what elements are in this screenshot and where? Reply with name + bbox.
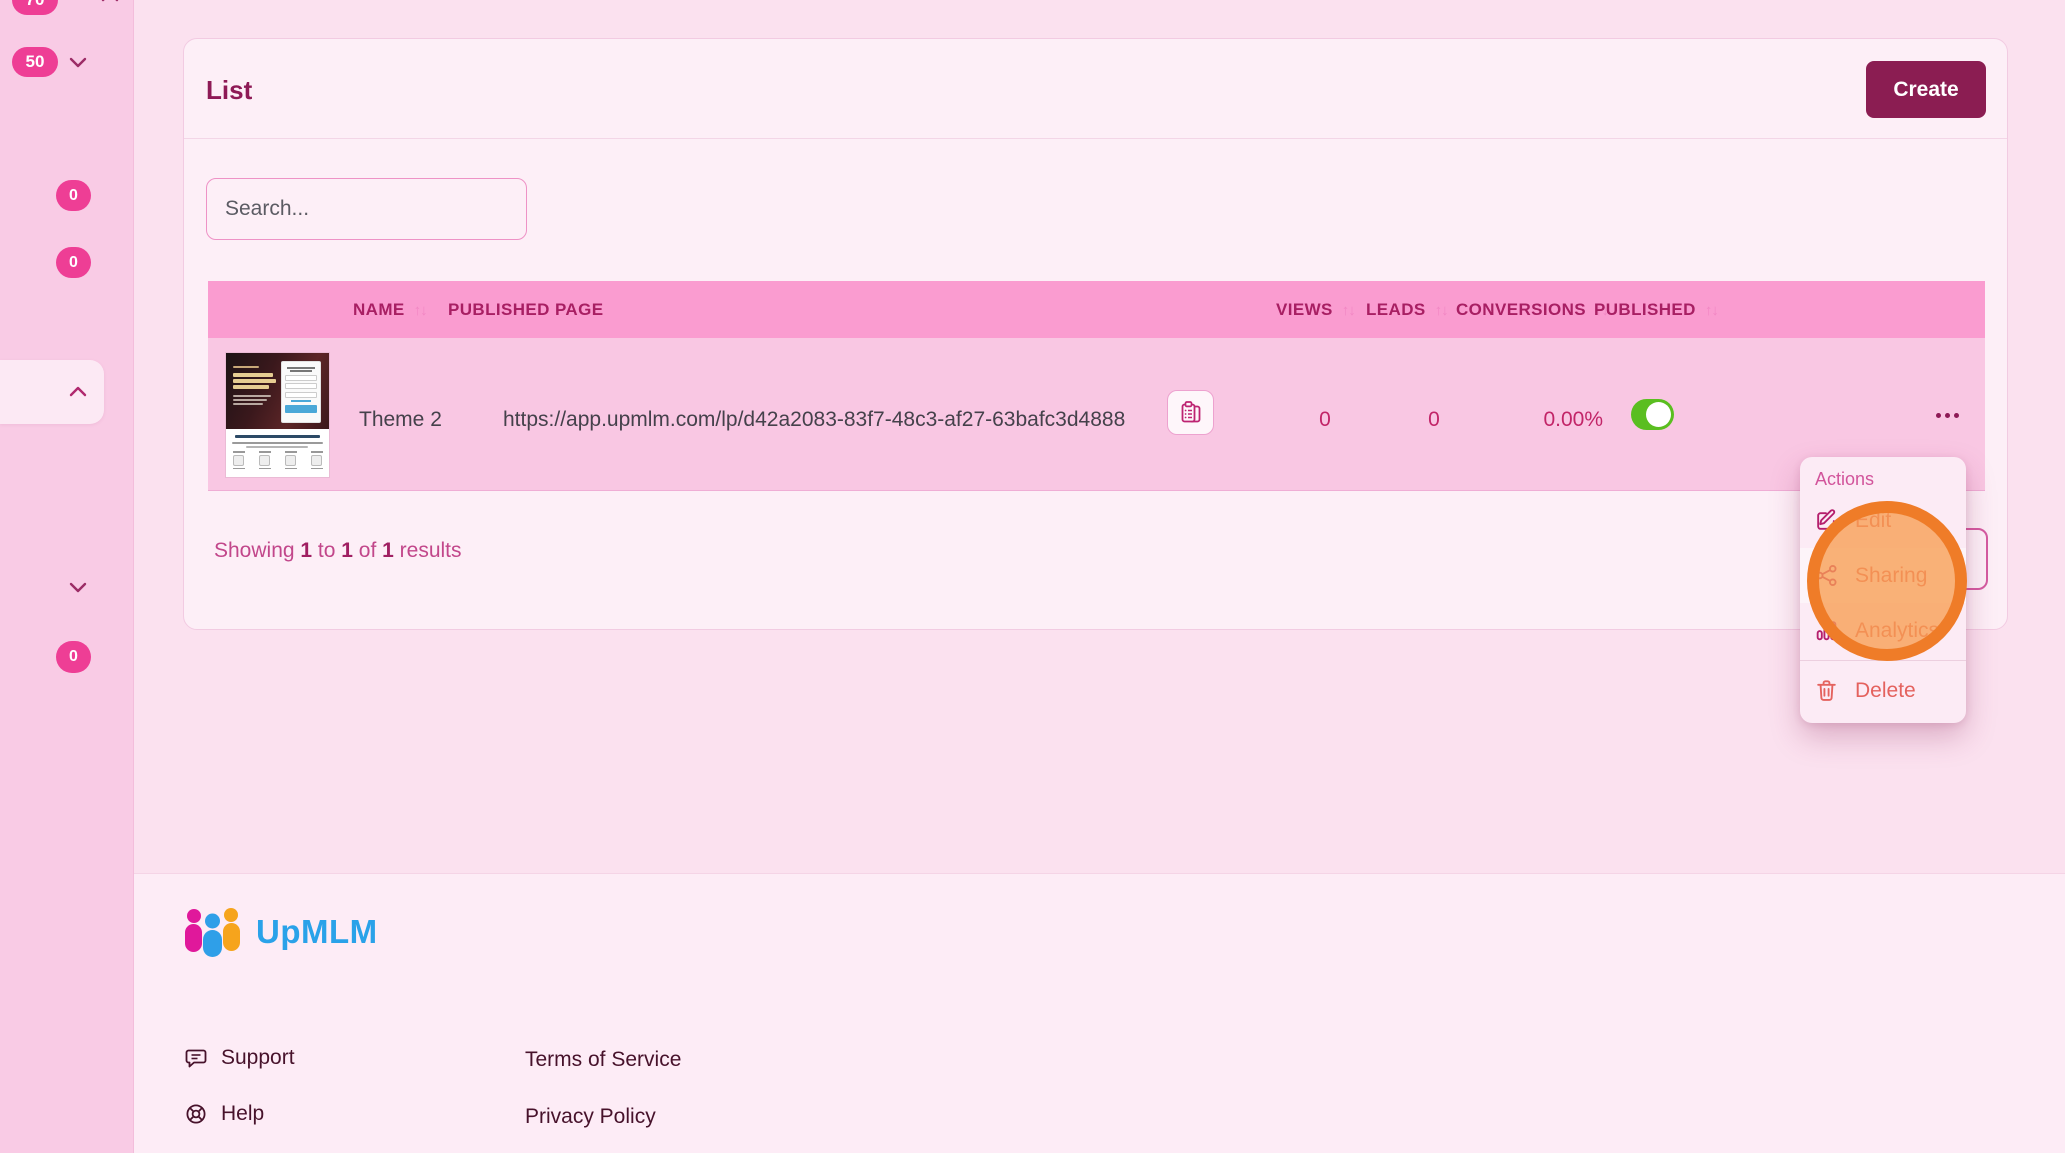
row-actions-button[interactable]: [1930, 407, 1965, 424]
column-header-published-page[interactable]: PUBLISHED PAGE: [448, 281, 603, 338]
card-header: List Create: [184, 39, 2007, 139]
chevron-down-icon[interactable]: [67, 52, 89, 72]
column-header-name[interactable]: NAME ↑↓: [353, 281, 427, 338]
column-header-conversions[interactable]: CONVERSIONS↑↓: [1456, 281, 1608, 338]
sort-icon[interactable]: ↑↓: [1435, 302, 1448, 319]
toggle-knob: [1646, 402, 1671, 427]
sidebar-item-active[interactable]: [0, 360, 104, 424]
row-name: Theme 2: [359, 408, 442, 432]
footer-link-help[interactable]: Help: [184, 1102, 264, 1126]
create-button[interactable]: Create: [1866, 61, 1986, 118]
row-views: 0: [1300, 408, 1350, 432]
column-label: PUBLISHED: [1594, 300, 1696, 319]
sort-icon[interactable]: ↑↓: [1705, 302, 1718, 319]
footer-link-label: Terms of Service: [525, 1048, 681, 1072]
column-label: NAME: [353, 300, 405, 319]
share-icon: [1814, 563, 1839, 588]
menu-item-edit[interactable]: Edit: [1800, 493, 1966, 548]
chevron-down-icon[interactable]: [67, 577, 89, 597]
sidebar-badge-count[interactable]: 0: [56, 180, 91, 211]
menu-item-label: Analytics: [1855, 619, 1939, 643]
sidebar-badge-count[interactable]: 0: [56, 641, 91, 673]
footer-link-label: Privacy Policy: [525, 1105, 656, 1129]
footer-link-label: Support: [221, 1046, 295, 1070]
chevron-up-icon: [67, 382, 89, 402]
brand-name: UpMLM: [256, 913, 378, 951]
sidebar-badge-50[interactable]: 50: [12, 47, 58, 77]
footer: UpMLM Support Help Terms of Service: [134, 873, 2065, 1153]
thumbnail-lower: [226, 429, 329, 477]
footer-link-privacy[interactable]: Privacy Policy: [525, 1105, 656, 1129]
page-title: List: [206, 75, 252, 106]
app-window: 70 50 0 0 0 List Create: [0, 0, 2065, 1153]
published-toggle[interactable]: [1631, 399, 1674, 430]
footer-link-terms[interactable]: Terms of Service: [525, 1048, 681, 1072]
trash-icon: [1814, 678, 1839, 703]
sidebar-badge-count[interactable]: 0: [56, 247, 91, 278]
sidebar: 70 50 0 0 0: [0, 0, 134, 1153]
table-row: Theme 2 https://app.upmlm.com/lp/d42a208…: [208, 338, 1985, 491]
table-header-row: NAME ↑↓ PUBLISHED PAGE VIEWS ↑↓ LEADS ↑↓ CO…: [208, 281, 1985, 338]
footer-link-support[interactable]: Support: [184, 1046, 295, 1070]
actions-dropdown-title: Actions: [1800, 457, 1966, 493]
menu-item-sharing[interactable]: Sharing: [1800, 548, 1966, 603]
brand-logo[interactable]: UpMLM: [180, 904, 378, 960]
column-header-published[interactable]: PUBLISHED ↑↓: [1594, 281, 1718, 338]
menu-item-label: Sharing: [1855, 564, 1927, 588]
menu-divider: [1800, 660, 1966, 661]
thumbnail-form: [281, 361, 321, 423]
search-input[interactable]: [206, 178, 527, 240]
upmlm-logo-icon: [180, 904, 246, 960]
edit-icon: [1814, 508, 1839, 533]
row-leads: 0: [1409, 408, 1459, 432]
footer-link-label: Help: [221, 1102, 264, 1126]
column-label: LEADS: [1366, 300, 1426, 319]
column-label: CONVERSIONS: [1456, 300, 1586, 319]
sort-icon[interactable]: ↑↓: [1342, 302, 1355, 319]
column-label: VIEWS: [1276, 300, 1333, 319]
page-thumbnail[interactable]: [226, 353, 329, 477]
clipboard-copy-icon: [1179, 400, 1203, 426]
help-ring-icon: [184, 1102, 208, 1126]
column-header-views[interactable]: VIEWS ↑↓: [1276, 281, 1355, 338]
sort-icon[interactable]: ↑↓: [414, 302, 427, 319]
chat-bubble-icon: [184, 1047, 208, 1070]
menu-item-delete[interactable]: Delete: [1800, 663, 1966, 718]
copy-url-button[interactable]: [1167, 390, 1214, 435]
actions-dropdown: Actions Edit Sharing A: [1800, 457, 1966, 723]
column-header-leads[interactable]: LEADS ↑↓: [1366, 281, 1448, 338]
chevron-up-icon[interactable]: [99, 0, 121, 7]
row-published-url: https://app.upmlm.com/lp/d42a2083-83f7-4…: [503, 408, 1125, 432]
sidebar-badge-top[interactable]: 70: [12, 0, 58, 15]
results-summary: Showing 1 to 1 of 1 results: [214, 539, 462, 563]
menu-item-label: Delete: [1855, 679, 1916, 703]
list-card: List Create NAME ↑↓ PUBLISHED PAGE VIEWS ↑…: [183, 38, 2008, 630]
menu-item-analytics[interactable]: Analytics: [1800, 603, 1966, 658]
column-label: PUBLISHED PAGE: [448, 300, 603, 319]
analytics-icon: [1814, 618, 1839, 643]
menu-item-label: Edit: [1855, 509, 1891, 533]
row-conversions: 0.00%: [1498, 408, 1603, 432]
landing-pages-table: NAME ↑↓ PUBLISHED PAGE VIEWS ↑↓ LEADS ↑↓ CO…: [208, 281, 1985, 491]
thumbnail-hero: [226, 353, 329, 429]
